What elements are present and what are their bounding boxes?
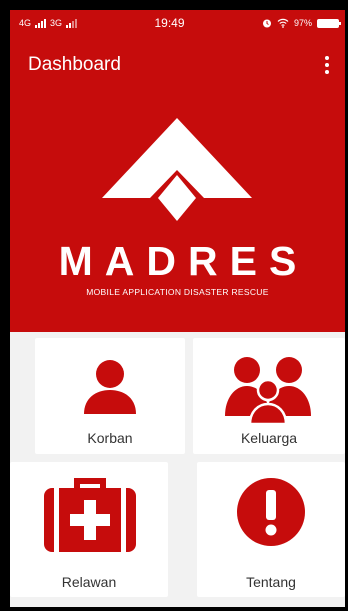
menu-card-korban[interactable]: Korban xyxy=(35,338,185,454)
signal-icon-2 xyxy=(66,18,78,28)
brand-name: MADRES xyxy=(58,238,309,284)
alarm-icon xyxy=(262,19,271,28)
battery-icon xyxy=(316,18,341,28)
madres-logo-icon xyxy=(102,118,252,221)
menu-label-korban: Korban xyxy=(87,430,133,446)
menu-label-keluarga: Keluarga xyxy=(240,430,298,446)
hero-banner: MADRES MOBILE APPLICATION DISASTER RESCU… xyxy=(10,94,345,332)
menu-card-tentang[interactable]: Tentang xyxy=(197,462,345,597)
clock: 19:49 xyxy=(154,16,185,30)
phone-screen: 4G 3G 19:49 97% Dashboard MADRES MOBILE … xyxy=(10,10,345,607)
wifi-icon xyxy=(277,18,289,28)
status-bar: 4G 3G 19:49 97% xyxy=(10,10,345,36)
person-icon xyxy=(84,360,136,414)
menu-card-keluarga[interactable]: Keluarga xyxy=(193,338,345,454)
network-label-1: 4G xyxy=(19,18,32,28)
info-alert-icon xyxy=(237,478,305,546)
status-left: 4G 3G xyxy=(19,18,78,28)
first-aid-kit-icon xyxy=(44,478,136,552)
brand-tagline: MOBILE APPLICATION DISASTER RESCUE xyxy=(86,287,269,297)
status-right: 97% xyxy=(262,18,341,28)
signal-icon xyxy=(35,18,47,28)
menu-label-tentang: Tentang xyxy=(246,574,296,590)
family-icon xyxy=(225,357,311,424)
menu-label-relawan: Relawan xyxy=(61,574,117,590)
network-label-2: 3G xyxy=(50,18,63,28)
battery-percent: 97% xyxy=(293,18,312,28)
more-vert-icon[interactable] xyxy=(321,52,333,78)
menu-card-relawan[interactable]: Relawan xyxy=(10,462,168,597)
app-bar: Dashboard xyxy=(10,36,345,94)
page-title: Dashboard xyxy=(28,54,121,75)
